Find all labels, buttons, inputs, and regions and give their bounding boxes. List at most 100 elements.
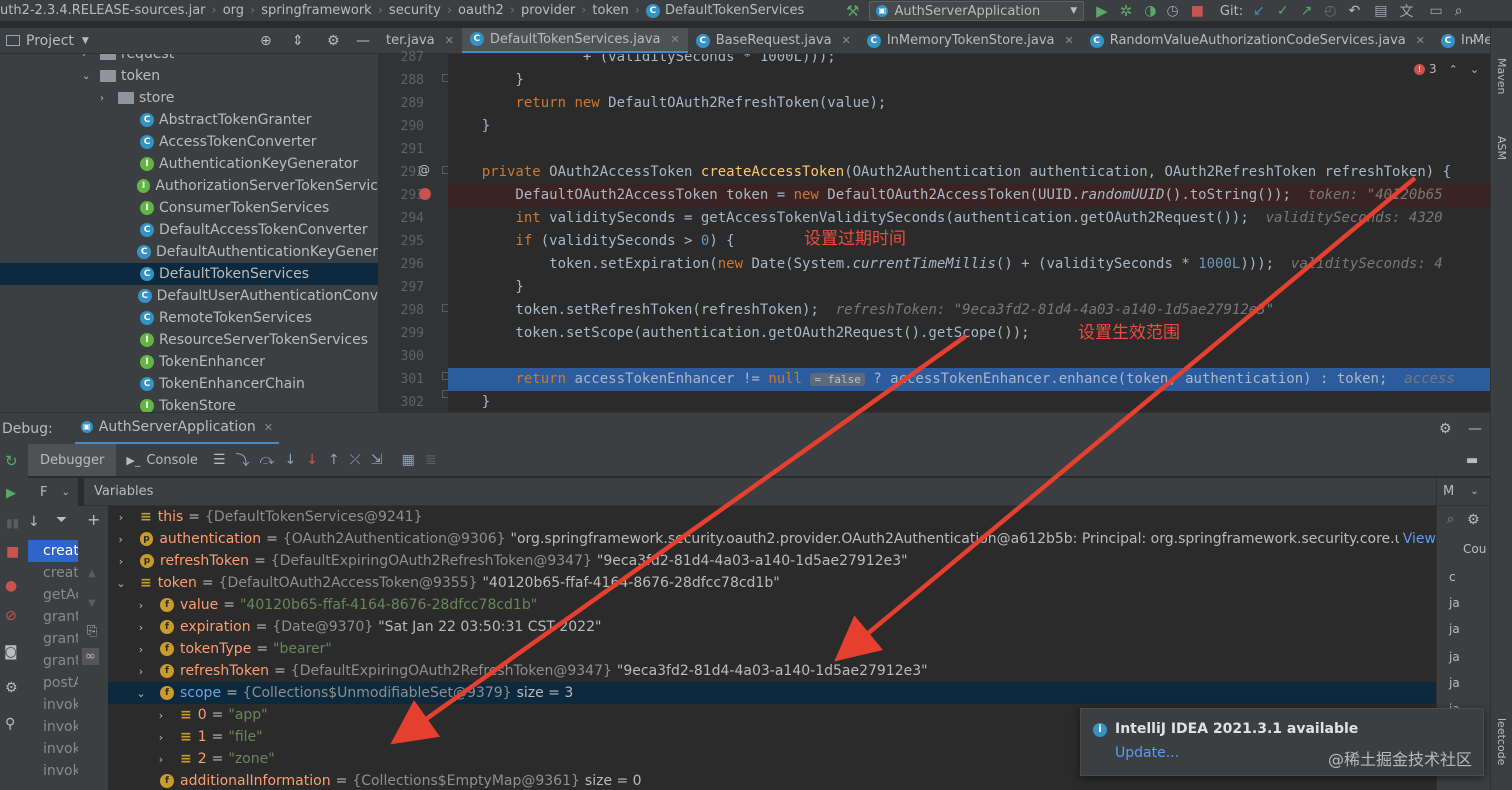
code-line[interactable] bbox=[448, 138, 1490, 161]
breadcrumb-item[interactable]: DefaultTokenServices bbox=[665, 3, 804, 18]
close-icon[interactable]: ✕ bbox=[445, 34, 454, 47]
gear-icon[interactable]: ⚙ bbox=[1439, 421, 1452, 437]
collapse-icon[interactable]: ⇕ bbox=[292, 33, 304, 49]
variable-row[interactable]: ⌄ ≡ token = {DefaultOAuth2AccessToken@9355} "… bbox=[108, 572, 1436, 594]
chevron-down-icon[interactable]: ▼ bbox=[82, 36, 89, 46]
prev-issue-icon[interactable]: ⌃ bbox=[1449, 63, 1458, 76]
menu-icon[interactable]: ☰ bbox=[213, 452, 226, 468]
close-icon[interactable]: ✕ bbox=[264, 421, 273, 434]
editor-tab[interactable]: CInMemoryAuth bbox=[1433, 28, 1490, 53]
close-icon[interactable]: ✕ bbox=[1064, 34, 1073, 47]
stop-icon[interactable]: ■ bbox=[1191, 3, 1204, 19]
editor-tab[interactable]: C DefaultTokenServices.java ✕ bbox=[461, 28, 688, 53]
step-out-icon[interactable]: ↑ bbox=[328, 452, 340, 468]
next-issue-icon[interactable]: ⌄ bbox=[1470, 63, 1479, 76]
camera-icon[interactable]: ◙ bbox=[4, 644, 18, 660]
window-icon[interactable]: ▭ bbox=[1429, 3, 1442, 19]
view-breakpoints-icon[interactable]: ● bbox=[5, 578, 17, 594]
frame-item[interactable]: postA bbox=[28, 672, 78, 694]
breakpoint-icon[interactable] bbox=[419, 188, 431, 200]
override-icon[interactable]: @ bbox=[418, 163, 430, 177]
chevron-right-icon[interactable]: › bbox=[154, 753, 168, 766]
variable-row[interactable]: › f refreshToken = {DefaultExpiringOAuth2Ref… bbox=[108, 660, 1436, 682]
editor-tab[interactable]: C RandomValueAuthorizationCodeServices.ja… bbox=[1082, 28, 1433, 53]
breadcrumb-item[interactable]: springframework bbox=[261, 3, 371, 18]
tree-item[interactable]: C TokenEnhancerChain bbox=[0, 373, 378, 395]
frame-item[interactable]: invok bbox=[28, 738, 78, 760]
search-icon[interactable]: ⌕ bbox=[1447, 512, 1454, 527]
code-line[interactable]: } bbox=[448, 276, 1490, 299]
chevron-right-icon[interactable]: › bbox=[154, 731, 168, 744]
tree-item[interactable]: C AccessTokenConverter bbox=[0, 131, 378, 153]
git-push-icon[interactable]: ↗ bbox=[1301, 3, 1313, 19]
tree-item[interactable]: I AuthenticationKeyGenerator bbox=[0, 153, 378, 175]
locate-icon[interactable]: ⊕ bbox=[260, 33, 272, 49]
tree-item[interactable]: I ConsumerTokenServices bbox=[0, 197, 378, 219]
tree-item[interactable]: › request bbox=[0, 54, 378, 65]
frame-item[interactable]: getAc bbox=[28, 584, 78, 606]
tree-item[interactable]: I TokenStore bbox=[0, 395, 378, 412]
resume-icon[interactable]: ▶ bbox=[6, 486, 16, 501]
variable-row[interactable]: › f tokenType = "bearer" bbox=[108, 638, 1436, 660]
trace-icon[interactable]: ≣ bbox=[425, 452, 437, 468]
chevron-right-icon[interactable]: › bbox=[82, 54, 100, 60]
stop-icon[interactable]: ■ bbox=[6, 544, 19, 560]
breadcrumb-item[interactable]: oauth2 bbox=[458, 3, 504, 18]
tree-item[interactable]: ⌄ token bbox=[0, 65, 378, 87]
code-line[interactable]: } bbox=[448, 391, 1490, 412]
up-icon[interactable]: ▲ bbox=[88, 568, 96, 579]
chevron-down-icon[interactable]: ⌄ bbox=[134, 687, 148, 700]
tab-debugger[interactable]: Debugger bbox=[28, 444, 117, 476]
code-line[interactable]: private OAuth2AccessToken createAccessTo… bbox=[448, 161, 1490, 184]
maven-tool-tab[interactable]: Maven bbox=[1495, 58, 1508, 94]
copy-icon[interactable]: ⎘ bbox=[87, 624, 97, 639]
chevron-right-icon[interactable]: › bbox=[134, 621, 148, 634]
debug-session-tab[interactable]: ▣ AuthServerApplication ✕ bbox=[74, 413, 279, 445]
evaluate-icon[interactable]: ▦ bbox=[402, 452, 415, 468]
chevron-right-icon[interactable]: › bbox=[154, 709, 168, 722]
breadcrumb-item[interactable]: token bbox=[592, 3, 628, 18]
chevron-right-icon[interactable]: › bbox=[134, 665, 148, 678]
code-line[interactable]: DefaultOAuth2AccessToken token = new Def… bbox=[448, 184, 1490, 207]
show-execution-point-icon[interactable]: ⤵ bbox=[236, 450, 250, 470]
code-line[interactable]: return new DefaultOAuth2RefreshToken(val… bbox=[448, 92, 1490, 115]
rerun-icon[interactable]: ↻ bbox=[5, 452, 18, 470]
force-step-into-icon[interactable]: ↓ bbox=[306, 452, 318, 468]
tree-item[interactable]: › store bbox=[0, 87, 378, 109]
git-update-icon[interactable]: ↙ bbox=[1253, 3, 1265, 19]
frame-item[interactable]: invok bbox=[28, 694, 78, 716]
breadcrumb-item[interactable]: security bbox=[389, 3, 441, 18]
frames-header[interactable]: F ⌄ bbox=[28, 478, 78, 506]
code-line[interactable] bbox=[448, 345, 1490, 368]
tree-item[interactable]: I ResourceServerTokenServices bbox=[0, 329, 378, 351]
code-line[interactable]: return accessTokenEnhancer != null = fal… bbox=[448, 368, 1490, 391]
code-editor[interactable]: + (validitySeconds * 1000L))); } return … bbox=[448, 54, 1490, 412]
run-config-selector[interactable]: ▣ AuthServerApplication ▼ bbox=[869, 1, 1085, 21]
pin-icon[interactable]: ⚲ bbox=[5, 716, 15, 732]
close-icon[interactable]: ✕ bbox=[671, 33, 680, 46]
asm-tool-tab[interactable]: ASM bbox=[1495, 136, 1508, 160]
frame-item[interactable]: grant bbox=[28, 650, 78, 672]
pause-icon[interactable]: ▮▮ bbox=[6, 516, 19, 530]
frame-item[interactable]: invok bbox=[28, 716, 78, 738]
frame-item[interactable]: creat bbox=[28, 562, 78, 584]
variable-row[interactable]: ⌄ f scope = {Collections$UnmodifiableSet@937… bbox=[108, 682, 1436, 704]
tab-console[interactable]: ▶_ Console bbox=[116, 444, 208, 476]
tree-item[interactable]: C AbstractTokenGranter bbox=[0, 109, 378, 131]
view-link[interactable]: View bbox=[1403, 531, 1436, 547]
breadcrumb-item[interactable]: provider bbox=[521, 3, 575, 18]
chevron-right-icon[interactable]: › bbox=[114, 555, 128, 568]
variable-row[interactable]: › f expiration = {Date@9370} "Sat Jan 22 03:5… bbox=[108, 616, 1436, 638]
code-line[interactable]: token.setRefreshToken(refreshToken); ref… bbox=[448, 299, 1490, 322]
close-icon[interactable]: ✕ bbox=[1416, 34, 1425, 47]
frame-item[interactable]: invok bbox=[28, 760, 78, 782]
variable-row[interactable]: › f value = "40120b65-ffaf-4164-8676-28dfcc7… bbox=[108, 594, 1436, 616]
debug-icon[interactable]: ✲ bbox=[1120, 2, 1133, 20]
coverage-icon[interactable]: ◑ bbox=[1144, 3, 1156, 19]
run-icon[interactable]: ▶ bbox=[1096, 2, 1108, 20]
settings-icon[interactable]: ⚙ bbox=[5, 680, 18, 696]
gear-icon[interactable]: ⚙ bbox=[327, 33, 340, 49]
code-line[interactable]: + (validitySeconds * 1000L))); bbox=[448, 54, 1490, 69]
translate-icon[interactable]: 文 bbox=[1399, 1, 1413, 21]
search-icon[interactable]: ⌕ bbox=[1455, 3, 1463, 19]
